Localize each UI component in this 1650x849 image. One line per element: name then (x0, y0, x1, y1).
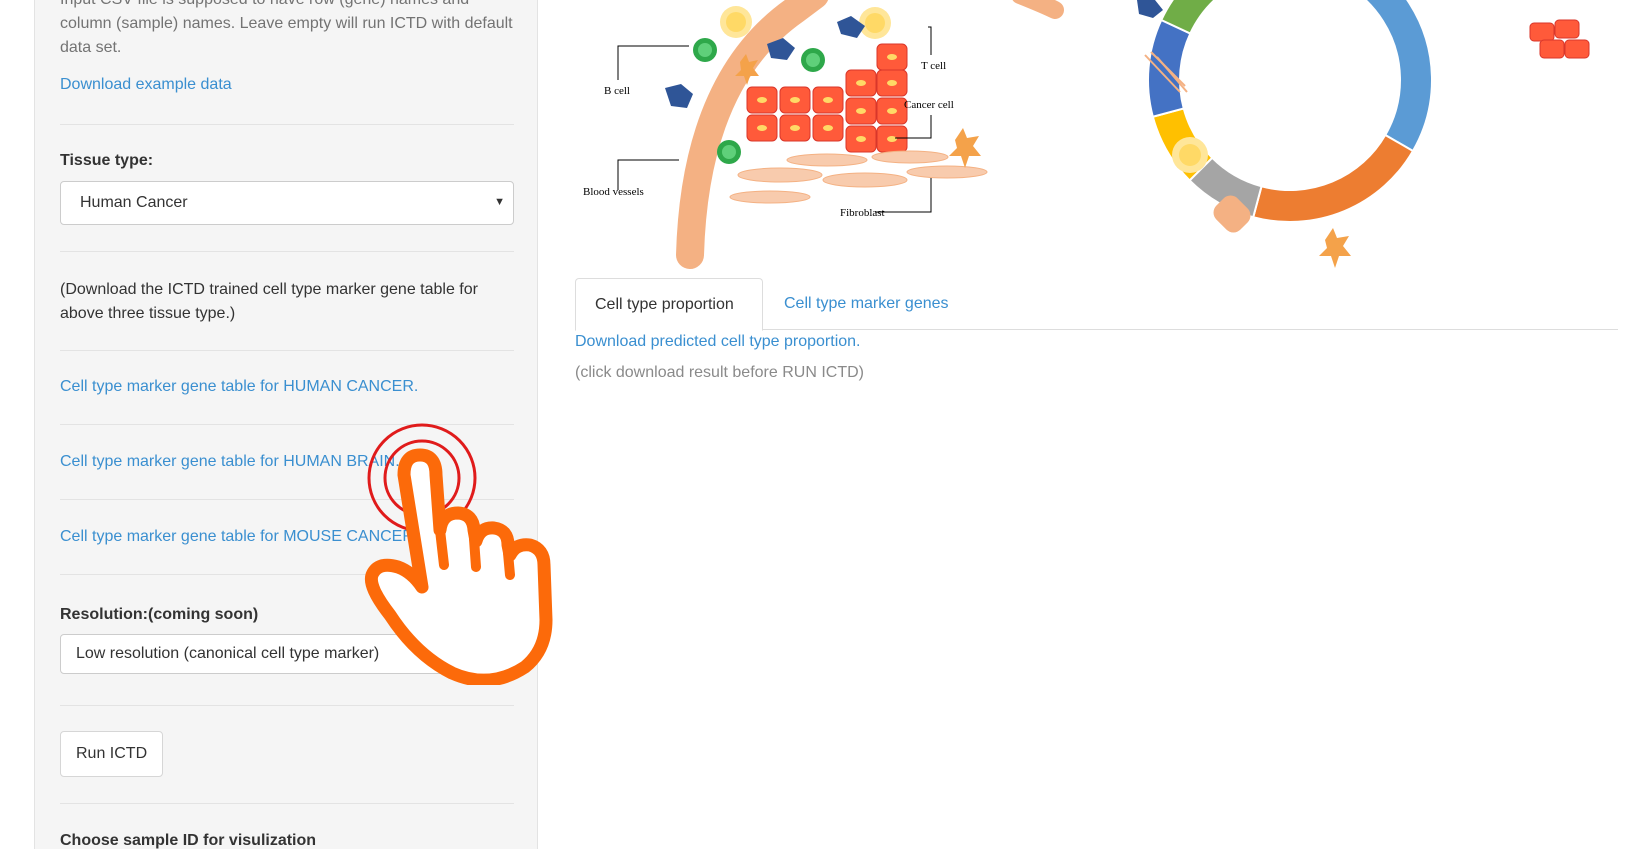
marker-link-mouse-cancer[interactable]: Cell type marker gene table for MOUSE CA… (60, 528, 514, 546)
tissue-type-value: Human Cancer (80, 194, 188, 211)
divider (60, 350, 514, 351)
t-cell-label: T cell (921, 60, 946, 72)
divider (60, 124, 514, 125)
donut-segment (1363, 0, 1433, 153)
donut-segment (1252, 133, 1415, 223)
marker-link-human-cancer[interactable]: Cell type marker gene table for HUMAN CA… (60, 378, 514, 396)
divider (60, 574, 514, 575)
tumor-microenvironment-illustration: B cell T cell Cancer cell Blood vessels … (583, 0, 1590, 269)
resolution-label: Resolution:(coming soon) (60, 606, 259, 623)
sample-id-label: Choose sample ID for visulization (60, 832, 317, 849)
blood-vessels-label: Blood vessels (583, 186, 644, 198)
tissue-help-text: (Download the ICTD trained cell type mar… (60, 281, 478, 322)
cancer-cell-label: Cancer cell (904, 99, 954, 111)
divider (60, 499, 514, 500)
download-proportion-link[interactable]: Download predicted cell type proportion. (575, 333, 861, 351)
tab-cell-type-marker-genes[interactable]: Cell type marker genes (765, 278, 968, 330)
t-cell-icon (1172, 137, 1208, 173)
chevron-down-icon: ▼ (494, 196, 505, 208)
fibroblast-label: Fibroblast (840, 207, 885, 219)
result-tabs: Cell type proportion Cell type marker ge… (575, 278, 1618, 331)
resolution-select[interactable]: Low resolution (canonical cell type mark… (60, 634, 514, 674)
divider (60, 251, 514, 252)
b-cell-label: B cell (604, 85, 630, 97)
cancer-cell-cluster (746, 43, 908, 153)
divider (60, 424, 514, 425)
tissue-type-select[interactable]: Human Cancer ▼ (60, 181, 514, 225)
marker-link-human-brain[interactable]: Cell type marker gene table for HUMAN BR… (60, 453, 514, 471)
cell-proportion-donut (1147, 0, 1433, 223)
donut-segment (1147, 18, 1192, 118)
main-panel: B cell T cell Cancer cell Blood vessels … (575, 0, 1625, 849)
download-example-link[interactable]: Download example data (60, 76, 514, 94)
fibroblast-cells (729, 150, 988, 204)
run-ictd-button[interactable]: Run ICTD (60, 731, 164, 777)
blood-vessel-shape (1012, 0, 1064, 19)
cancer-cell-icon (1529, 19, 1590, 59)
download-note: (click download result before RUN ICTD) (575, 364, 864, 381)
resolution-value: Low resolution (canonical cell type mark… (76, 645, 380, 662)
upload-help-text: Input CSV file is supposed to have row (… (60, 0, 513, 56)
divider (60, 803, 514, 804)
sidebar-panel: Input CSV file is supposed to have row (… (34, 0, 538, 849)
tissue-type-label: Tissue type: (60, 152, 154, 169)
divider (60, 705, 514, 706)
tab-cell-type-proportion[interactable]: Cell type proportion (575, 278, 763, 331)
